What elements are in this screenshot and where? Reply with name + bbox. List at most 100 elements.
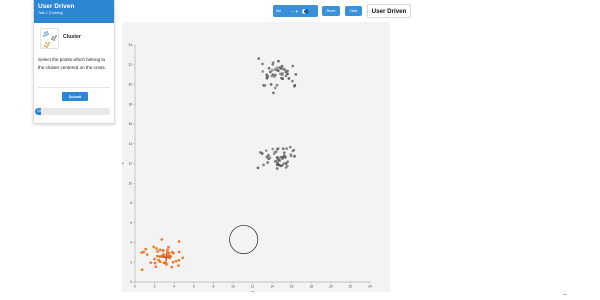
data-point[interactable]	[268, 156, 272, 160]
selected-point[interactable]	[144, 247, 148, 251]
data-point[interactable]	[272, 91, 275, 95]
data-point[interactable]	[284, 166, 288, 169]
data-point[interactable]	[284, 70, 288, 74]
y-tick-label: 6	[130, 221, 132, 225]
data-point[interactable]	[291, 79, 294, 83]
scatter-plot-area[interactable]: 0 2 4 6 8 10 12 14 16 18 20 22 24 0 2 4 6 8 10 12 14 16 18 20 22…	[122, 22, 390, 292]
data-point[interactable]	[275, 167, 279, 170]
data-point[interactable]	[282, 151, 286, 155]
data-point[interactable]	[289, 154, 293, 158]
data-point[interactable]	[287, 77, 291, 80]
reset-button[interactable]: Reset	[322, 6, 340, 16]
data-point[interactable]	[280, 64, 284, 68]
selected-point[interactable]	[177, 258, 181, 262]
selected-point[interactable]	[142, 250, 145, 254]
data-point[interactable]	[277, 59, 280, 63]
selected-point[interactable]	[158, 260, 162, 264]
data-point[interactable]	[293, 84, 297, 87]
selected-point[interactable]	[160, 238, 164, 241]
data-point[interactable]	[286, 160, 289, 164]
selected-point[interactable]	[156, 250, 159, 253]
data-point[interactable]	[284, 74, 288, 78]
selected-point[interactable]	[149, 261, 153, 264]
data-point[interactable]	[261, 70, 265, 73]
data-point[interactable]	[267, 66, 271, 70]
data-point[interactable]	[261, 62, 264, 66]
data-point[interactable]	[274, 68, 277, 72]
selected-point[interactable]	[170, 250, 174, 254]
data-point[interactable]	[281, 147, 285, 151]
selected-point[interactable]	[170, 265, 174, 269]
data-point[interactable]	[262, 163, 265, 167]
x-tick-label: 16	[290, 285, 294, 289]
selected-point[interactable]	[174, 259, 178, 263]
data-point[interactable]	[273, 86, 277, 90]
data-point[interactable]	[277, 156, 281, 160]
data-point[interactable]	[275, 66, 279, 69]
clear-button[interactable]: Clear	[345, 6, 362, 16]
data-points[interactable]	[140, 57, 298, 272]
plus-button[interactable]: +	[295, 9, 298, 14]
data-point[interactable]	[280, 76, 283, 80]
data-point[interactable]	[281, 155, 285, 159]
data-point[interactable]	[275, 83, 279, 87]
data-point[interactable]	[256, 166, 260, 170]
data-point[interactable]	[291, 64, 295, 68]
selected-point[interactable]	[155, 247, 158, 250]
selected-point[interactable]	[140, 268, 144, 272]
data-point[interactable]	[276, 147, 279, 151]
data-point[interactable]	[280, 73, 284, 77]
selected-point[interactable]	[177, 264, 180, 267]
data-point[interactable]	[259, 151, 262, 154]
selected-point[interactable]	[145, 253, 149, 256]
selected-point[interactable]	[155, 254, 159, 258]
data-point[interactable]	[272, 152, 276, 156]
data-point[interactable]	[266, 161, 269, 164]
data-point[interactable]	[271, 61, 275, 65]
data-point[interactable]	[288, 145, 292, 149]
data-point[interactable]	[270, 68, 274, 72]
selected-point[interactable]	[152, 245, 156, 249]
selected-point[interactable]	[158, 248, 162, 252]
selected-point[interactable]	[164, 261, 168, 265]
panel-divider	[38, 87, 110, 88]
data-point[interactable]	[271, 73, 275, 77]
data-point[interactable]	[265, 76, 269, 80]
mode-title: User Driven	[367, 4, 411, 18]
mode-toggle[interactable]	[301, 8, 309, 14]
scatter-plot[interactable]: 0 2 4 6 8 10 12 14 16 18 20 22 240246810121416182022…	[122, 22, 390, 292]
selected-point[interactable]	[153, 257, 156, 261]
data-point[interactable]	[275, 163, 279, 167]
selected-point[interactable]	[167, 245, 170, 249]
selected-point[interactable]	[181, 256, 185, 260]
selection-mode-control[interactable]: Sel - +	[273, 5, 318, 17]
data-point[interactable]	[262, 84, 265, 87]
data-point[interactable]	[269, 83, 273, 86]
data-point[interactable]	[264, 149, 268, 152]
data-point[interactable]	[257, 57, 261, 60]
selected-point[interactable]	[166, 248, 169, 252]
data-point[interactable]	[271, 147, 275, 151]
selected-point[interactable]	[171, 260, 175, 264]
data-point[interactable]	[291, 149, 295, 153]
x-tick-label: 12	[251, 285, 255, 289]
selected-point[interactable]	[167, 251, 171, 255]
selected-point[interactable]	[177, 250, 181, 254]
minus-button[interactable]: -	[292, 9, 293, 14]
data-point[interactable]	[285, 147, 288, 150]
selected-point[interactable]	[153, 261, 157, 265]
data-point[interactable]	[274, 150, 278, 154]
data-point[interactable]	[293, 154, 296, 158]
selected-point[interactable]	[154, 265, 158, 269]
selection-brush-circle	[229, 225, 259, 254]
submit-button[interactable]: Submit	[62, 92, 88, 101]
data-point[interactable]	[273, 160, 277, 163]
corner-divider	[563, 294, 567, 296]
data-point[interactable]	[294, 73, 298, 76]
selected-point[interactable]	[177, 240, 181, 243]
selected-point[interactable]	[161, 248, 165, 252]
data-point[interactable]	[279, 164, 283, 168]
progress-bar: 1/5	[35, 108, 110, 115]
data-point[interactable]	[266, 154, 270, 158]
y-tick-label: 20	[128, 83, 132, 87]
